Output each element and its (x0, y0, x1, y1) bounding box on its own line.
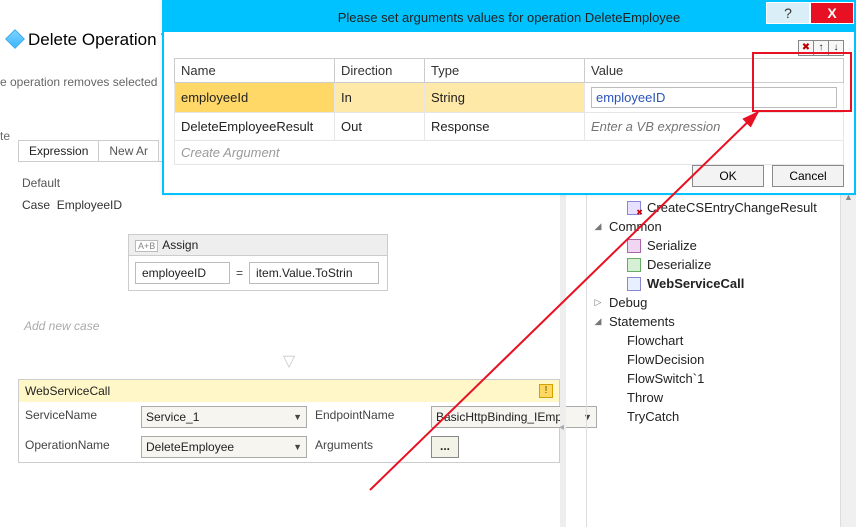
tree-item-deserialize[interactable]: Deserialize (593, 255, 856, 274)
help-button[interactable]: ? (766, 2, 810, 24)
webservicecall-icon (627, 277, 641, 291)
assign-header[interactable]: A+BAssign (128, 234, 388, 256)
move-up-button[interactable]: ↑ (813, 40, 829, 56)
col-value[interactable]: Value (585, 59, 844, 83)
caret-down-icon: ◢ (593, 316, 603, 327)
splitter[interactable]: ◂ (560, 192, 566, 527)
tree-item-serialize[interactable]: Serialize (593, 236, 856, 255)
tree-item-debug[interactable]: ▷ Debug (593, 293, 856, 312)
arguments-table: Name Direction Type Value employeeId In … (174, 58, 844, 165)
service-name-label: ServiceName (19, 402, 139, 432)
deserialize-icon (627, 258, 641, 272)
endpoint-name-label: EndpointName (309, 402, 429, 432)
tab-new-argument[interactable]: New Ar (98, 140, 159, 161)
workflow-panel: Expression New Ar Default Case EmployeeI… (18, 140, 560, 520)
operation-name-dropdown[interactable]: DeleteEmployee▼ (141, 436, 307, 458)
webservicecall-activity[interactable]: WebServiceCall ! ServiceName Service_1▼ … (18, 379, 560, 463)
toolbox-sidebar: CreateCSEntryChangeResult ◢ Common Seria… (586, 192, 856, 527)
tree-item-flowdecision[interactable]: FlowDecision (593, 350, 856, 369)
page-description: e operation removes selected (0, 75, 157, 89)
dialog-title: Please set arguments values for operatio… (338, 10, 681, 25)
cell-type: Response (425, 113, 585, 141)
col-direction[interactable]: Direction (335, 59, 425, 83)
activity-icon (627, 201, 641, 215)
endpoint-name-dropdown[interactable]: BasicHttpBinding_IEmployeeService▼ (431, 406, 597, 428)
service-name-dropdown[interactable]: Service_1▼ (141, 406, 307, 428)
col-name[interactable]: Name (175, 59, 335, 83)
assign-body: employeeID = item.Value.ToStrin (128, 256, 388, 291)
delete-row-button[interactable]: ✖ (798, 40, 814, 56)
add-new-case[interactable]: Add new case (24, 319, 560, 333)
tree-item-common[interactable]: ◢ Common (593, 217, 856, 236)
tree-item-createcsentry[interactable]: CreateCSEntryChangeResult (593, 198, 856, 217)
move-down-button[interactable]: ↓ (828, 40, 844, 56)
switch-case-row[interactable]: Case EmployeeID (22, 198, 560, 212)
tree-item-trycatch[interactable]: TryCatch (593, 407, 856, 426)
col-type[interactable]: Type (425, 59, 585, 83)
assign-value-input[interactable]: item.Value.ToStrin (249, 262, 379, 284)
caret-right-icon: ▷ (593, 297, 603, 308)
assign-to-input[interactable]: employeeID (135, 262, 230, 284)
value-input[interactable] (591, 87, 837, 108)
arguments-dialog: Please set arguments values for operatio… (162, 0, 856, 195)
create-argument[interactable]: Create Argument (175, 141, 844, 165)
page-title: Delete Operation Wo (8, 30, 186, 50)
close-button[interactable]: X (810, 2, 854, 24)
cell-name: employeeId (175, 83, 335, 113)
assign-tag-icon: A+B (135, 240, 158, 252)
flow-arrow-icon: ▽ (18, 351, 560, 371)
tab-expression[interactable]: Expression (18, 140, 99, 161)
scrollbar[interactable] (840, 192, 856, 527)
cancel-button[interactable]: Cancel (772, 165, 844, 187)
cell-type: String (425, 83, 585, 113)
breadcrumb[interactable]: te (0, 129, 10, 143)
equals-label: = (236, 266, 243, 280)
arguments-label: Arguments (309, 432, 429, 462)
assign-activity[interactable]: A+BAssign employeeID = item.Value.ToStri… (128, 234, 428, 291)
webservicecall-header: WebServiceCall (25, 384, 110, 398)
tree-item-flowswitch[interactable]: FlowSwitch`1 (593, 369, 856, 388)
table-row[interactable]: DeleteEmployeeResult Out Response (175, 113, 844, 141)
operation-name-label: OperationName (19, 432, 139, 462)
chevron-down-icon: ▼ (293, 412, 302, 422)
tree-item-throw[interactable]: Throw (593, 388, 856, 407)
serialize-icon (627, 239, 641, 253)
chevron-down-icon: ▼ (293, 442, 302, 452)
tree-item-flowchart[interactable]: Flowchart (593, 331, 856, 350)
tree-item-webservicecall[interactable]: WebServiceCall (593, 274, 856, 293)
table-row[interactable]: employeeId In String (175, 83, 844, 113)
dialog-title-bar[interactable]: Please set arguments values for operatio… (164, 2, 854, 32)
ok-button[interactable]: OK (692, 165, 764, 187)
warning-icon: ! (539, 384, 553, 398)
caret-down-icon: ◢ (593, 221, 603, 232)
arguments-ellipsis-button[interactable]: ... (431, 436, 459, 458)
tree-item-statements[interactable]: ◢ Statements (593, 312, 856, 331)
value-input[interactable] (591, 117, 837, 136)
cell-name: DeleteEmployeeResult (175, 113, 335, 141)
diamond-icon (5, 29, 25, 49)
cell-direction: Out (335, 113, 425, 141)
cell-direction: In (335, 83, 425, 113)
